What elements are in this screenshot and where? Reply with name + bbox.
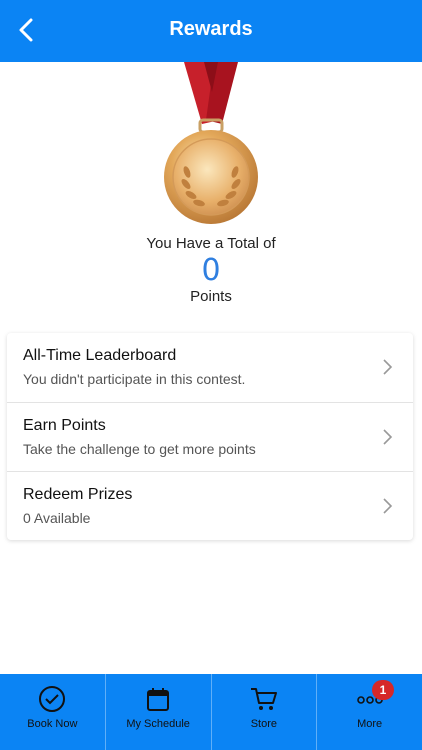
medal-icon: [150, 62, 272, 232]
menu-item-earn-points[interactable]: Earn Points Take the challenge to get mo…: [7, 402, 413, 471]
menu-item-subtitle: Take the challenge to get more points: [23, 441, 256, 457]
menu-item-subtitle: You didn't participate in this contest.: [23, 371, 246, 387]
calendar-icon: [147, 688, 170, 711]
tab-label: More: [357, 718, 383, 730]
points-label: Points: [190, 288, 232, 305]
tab-label: Book Now: [27, 718, 78, 730]
points-value: 0: [201, 253, 221, 288]
tab-book-now[interactable]: Book Now: [0, 674, 105, 750]
points-total-caption: You Have a Total of: [146, 235, 276, 252]
rewards-menu-card: All-Time Leaderboard You didn't particip…: [7, 333, 413, 540]
menu-item-leaderboard[interactable]: All-Time Leaderboard You didn't particip…: [7, 333, 413, 402]
menu-item-title: Redeem Prizes: [23, 486, 133, 503]
page-title: Rewards: [169, 18, 253, 40]
tab-label: My Schedule: [126, 718, 190, 730]
tab-my-schedule[interactable]: My Schedule: [104, 674, 211, 750]
cart-icon: [250, 688, 277, 710]
notification-badge: 1: [372, 680, 394, 700]
tab-label: Store: [250, 718, 278, 730]
menu-item-title: All-Time Leaderboard: [23, 347, 177, 364]
chevron-right-icon: [383, 429, 393, 445]
app-header: Rewards: [0, 0, 422, 62]
tab-more[interactable]: More: [316, 674, 422, 750]
bottom-tab-bar: Book Now My Schedule Store More: [0, 674, 422, 750]
menu-item-subtitle: 0 Available: [23, 510, 91, 526]
menu-item-redeem-prizes[interactable]: Redeem Prizes 0 Available: [7, 471, 413, 540]
chevron-right-icon: [383, 359, 393, 375]
chevron-right-icon: [383, 498, 393, 514]
tab-store[interactable]: Store: [210, 674, 317, 750]
menu-item-title: Earn Points: [23, 417, 106, 434]
check-circle-icon: [39, 686, 66, 712]
